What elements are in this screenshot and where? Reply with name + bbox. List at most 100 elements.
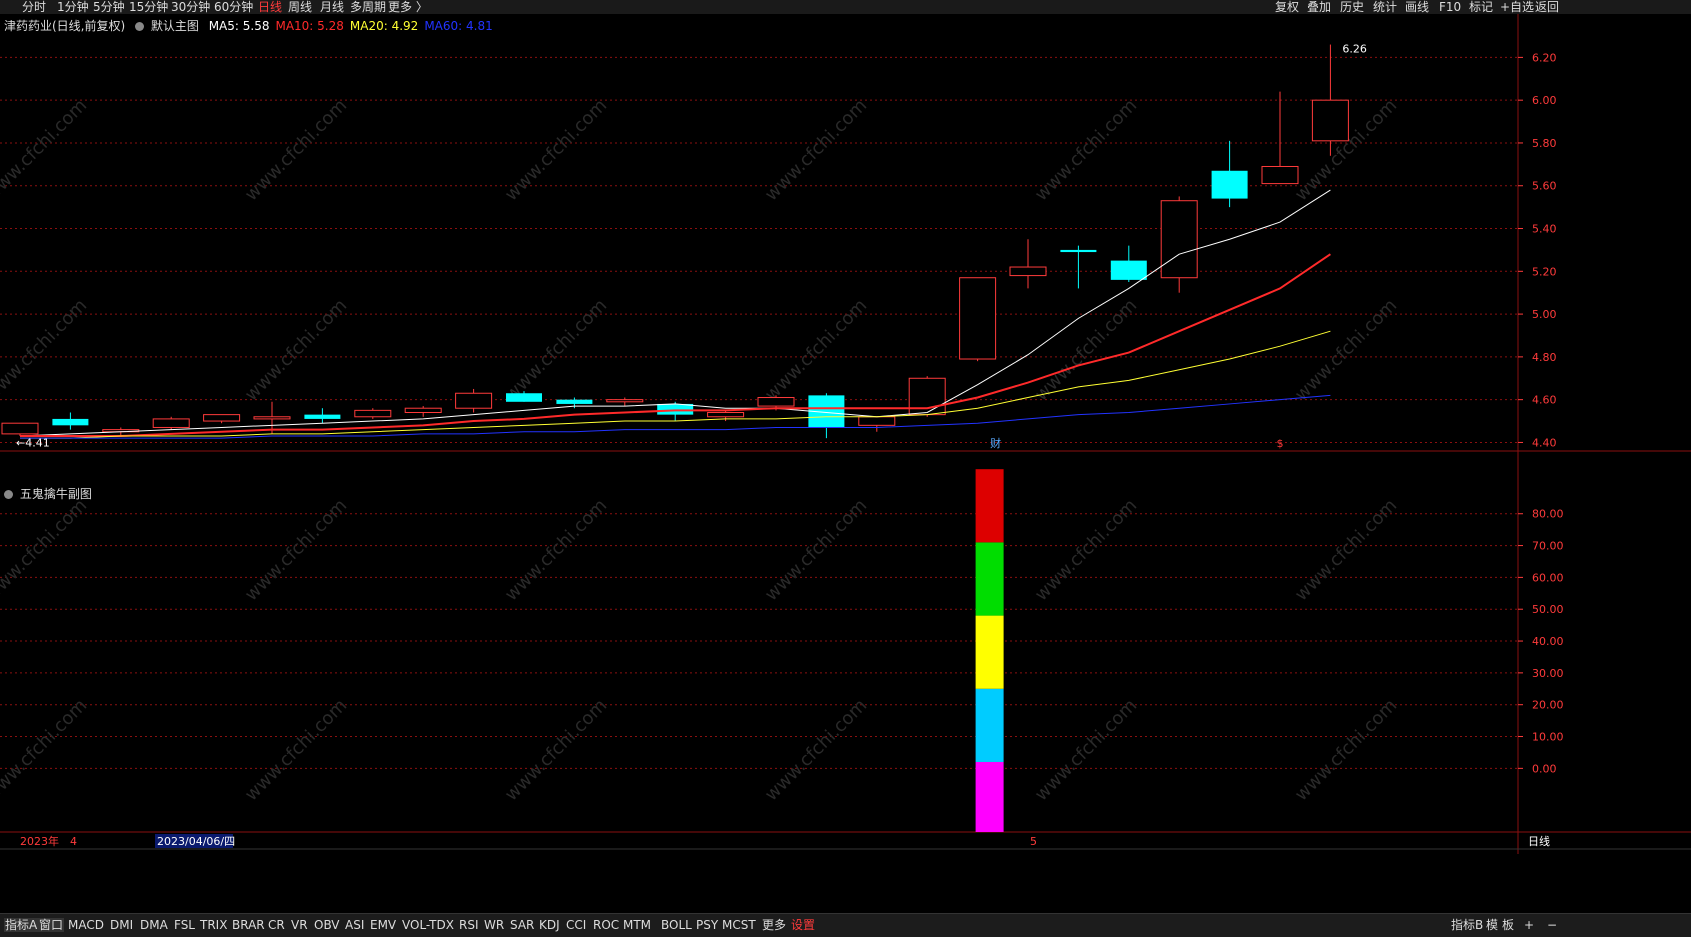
y-tick-label: 40.00 bbox=[1532, 635, 1564, 648]
toolbar-item[interactable]: 5分钟 bbox=[93, 0, 125, 14]
indicator-tab[interactable]: DMI bbox=[110, 918, 133, 932]
indicator-tab[interactable]: MTM bbox=[623, 918, 651, 932]
dollar-marker: $ bbox=[1277, 437, 1284, 450]
ma-legend: MA5: 5.58 MA10: 5.28 MA20: 4.92 MA60: 4.81 bbox=[203, 19, 493, 33]
y-tick-label: 5.20 bbox=[1532, 265, 1557, 278]
date-month: 5 bbox=[1030, 835, 1037, 848]
toolbar-item[interactable]: 标记 bbox=[1469, 0, 1493, 14]
watermark: www.cfchi.com bbox=[501, 695, 611, 805]
toolbar-item[interactable]: 复权 bbox=[1275, 0, 1299, 14]
indicator-tab[interactable]: CR bbox=[268, 918, 285, 932]
indicator-tab[interactable]: TRIX bbox=[200, 918, 227, 932]
watermark: www.cfchi.com bbox=[1031, 295, 1141, 405]
ma-legend-item: MA5: 5.58 bbox=[208, 19, 270, 33]
ma-legend-item: MA10: 5.28 bbox=[275, 19, 344, 33]
indicator-tab[interactable]: CCI bbox=[566, 918, 586, 932]
y-tick-label: 60.00 bbox=[1532, 571, 1564, 584]
indicator-tab[interactable]: VR bbox=[291, 918, 308, 932]
candle-body bbox=[52, 418, 89, 426]
watermark: www.cfchi.com bbox=[761, 495, 871, 605]
kline-chart[interactable]: 6.20 6.00 5.80 5.60 5.40 5.20 5.00 4.80 4.60 4.40… bbox=[0, 14, 1691, 912]
indicator-tab[interactable]: BOLL bbox=[661, 918, 692, 932]
bottom-control[interactable]: 模 bbox=[1486, 918, 1498, 932]
indicator-tab[interactable]: 设置 bbox=[791, 918, 815, 932]
chevron-icon[interactable] bbox=[135, 22, 145, 31]
watermark: www.cfchi.com bbox=[0, 495, 91, 605]
ma-line bbox=[20, 330, 1331, 439]
toolbar-item[interactable]: 月线 bbox=[320, 0, 344, 14]
y-tick-label: 5.00 bbox=[1532, 308, 1557, 321]
y-tick-label: 4.40 bbox=[1532, 436, 1557, 449]
candle-body bbox=[959, 277, 997, 360]
candle-body bbox=[606, 399, 644, 403]
indicator-tab[interactable]: RSI bbox=[459, 918, 479, 932]
main-header: 津药药业(日线,前复权) 默认主图 MA5: 5.58 MA10: 5.28 MA2… bbox=[4, 17, 493, 34]
toolbar-item[interactable]: 1分钟 bbox=[57, 0, 89, 14]
signal-bar-segment bbox=[975, 615, 1004, 689]
indicator-tab[interactable]: MCST bbox=[722, 918, 756, 932]
candle-body bbox=[1009, 266, 1047, 277]
y-tick-label: 4.60 bbox=[1532, 394, 1557, 407]
indicator-tab[interactable]: EMV bbox=[370, 918, 396, 932]
toolbar-item[interactable]: F10 bbox=[1439, 0, 1461, 14]
y-tick-label: 6.20 bbox=[1532, 51, 1557, 64]
watermark: www.cfchi.com bbox=[501, 295, 611, 405]
watermark: www.cfchi.com bbox=[1031, 95, 1141, 205]
toolbar-item[interactable]: 多周期 bbox=[350, 0, 386, 14]
indicator-tab[interactable]: VOL-TDX bbox=[402, 918, 454, 932]
signal-bar-segment bbox=[975, 761, 1004, 832]
candle-body bbox=[757, 397, 795, 407]
watermark: www.cfchi.com bbox=[1031, 495, 1141, 605]
candle-body bbox=[858, 416, 896, 426]
toolbar-item[interactable]: +自选 bbox=[1500, 0, 1534, 14]
indicator-tab[interactable]: 指标A bbox=[4, 918, 39, 932]
toolbar-item[interactable]: 统计 bbox=[1373, 0, 1397, 14]
y-tick-label: 5.80 bbox=[1532, 137, 1557, 150]
indicator-tab[interactable]: ROC bbox=[593, 918, 619, 932]
low-label: ←4.41 bbox=[16, 436, 50, 449]
signal-bar-segment bbox=[975, 542, 1004, 616]
toolbar-item[interactable]: 60分钟 bbox=[214, 0, 253, 14]
watermark: www.cfchi.com bbox=[761, 695, 871, 805]
indicator-label[interactable]: 默认主图 bbox=[151, 19, 199, 33]
indicator-tab[interactable]: PSY bbox=[696, 918, 718, 932]
indicator-tab[interactable]: BRAR bbox=[232, 918, 265, 932]
watermark: www.cfchi.com bbox=[241, 495, 351, 605]
bottom-control[interactable]: − bbox=[1547, 918, 1557, 932]
y-tick-label: 4.80 bbox=[1532, 351, 1557, 364]
toolbar-item[interactable]: 日线 bbox=[258, 0, 282, 14]
toolbar-item[interactable]: 叠加 bbox=[1307, 0, 1331, 14]
indicator-tab[interactable]: OBV bbox=[314, 918, 340, 932]
ma-legend-item: MA20: 4.92 bbox=[349, 19, 419, 33]
bottom-control[interactable]: 板 bbox=[1502, 918, 1514, 932]
watermark: www.cfchi.com bbox=[761, 95, 871, 205]
y-tick-label: 30.00 bbox=[1532, 667, 1564, 680]
bottom-control[interactable]: + bbox=[1524, 918, 1534, 932]
indicator-tab[interactable]: WR bbox=[484, 918, 504, 932]
date-year: 2023年 bbox=[20, 834, 59, 848]
toolbar-item[interactable]: 画线 bbox=[1405, 0, 1429, 14]
indicator-tab[interactable]: ASI bbox=[345, 918, 364, 932]
toolbar-item[interactable]: 分时 bbox=[22, 0, 46, 14]
indicator-tab[interactable]: MACD bbox=[68, 918, 104, 932]
bottom-control[interactable]: 指标B bbox=[1451, 918, 1483, 932]
toolbar-item[interactable]: 15分钟 bbox=[129, 0, 168, 14]
indicator-tab[interactable]: 更多 bbox=[762, 918, 786, 932]
toolbar-item[interactable]: 周线 bbox=[288, 0, 312, 14]
chevron-icon[interactable] bbox=[4, 490, 13, 499]
toolbar-item[interactable]: 返回 bbox=[1535, 0, 1559, 14]
indicator-tab[interactable]: FSL bbox=[174, 918, 195, 932]
toolbar-item[interactable]: 30分钟 bbox=[171, 0, 210, 14]
candle-body bbox=[556, 399, 593, 404]
y-tick-label: 50.00 bbox=[1532, 603, 1564, 616]
indicator-tab[interactable]: DMA bbox=[140, 918, 168, 932]
indicator-tab[interactable]: KDJ bbox=[539, 918, 560, 932]
high-label: 6.26 bbox=[1342, 43, 1367, 56]
watermark: www.cfchi.com bbox=[761, 295, 871, 405]
toolbar-item[interactable]: 更多 〉 bbox=[388, 0, 428, 14]
toolbar-item[interactable]: 历史 bbox=[1340, 0, 1364, 14]
indicator-tab[interactable]: SAR bbox=[510, 918, 534, 932]
indicator-tab[interactable]: 窗口 bbox=[38, 918, 65, 932]
watermark: www.cfchi.com bbox=[1291, 295, 1401, 405]
y-tick-label: 6.00 bbox=[1532, 94, 1557, 107]
